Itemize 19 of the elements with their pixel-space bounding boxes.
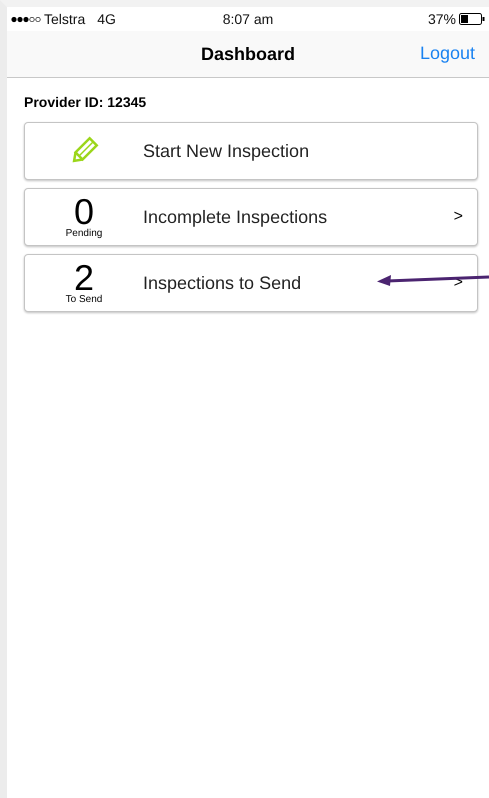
card-label: Start New Inspection <box>143 140 310 162</box>
count-number: 0 <box>74 196 94 228</box>
battery-percent: 37% <box>428 11 456 27</box>
count-number: 2 <box>74 262 94 294</box>
screen-title: Dashboard <box>200 44 296 64</box>
provider-id: Provider ID: 12345 <box>24 94 148 110</box>
battery-icon <box>459 13 485 25</box>
carrier-name: Telstra <box>44 11 86 27</box>
card-label: Incomplete Inspections <box>143 206 328 228</box>
logout-link[interactable]: Logout <box>420 43 475 64</box>
status-time: 8:07 am <box>222 11 274 27</box>
chevron: > <box>454 208 463 226</box>
network-type: 4G <box>97 11 116 27</box>
card-label: Inspections to Send <box>143 272 302 294</box>
dashboard-card[interactable]: Start New Inspection <box>24 122 478 180</box>
dashboard-card[interactable]: 0 Pending Incomplete Inspections > <box>24 188 478 246</box>
signal-icon <box>11 16 41 22</box>
count-caption: To Send <box>66 294 102 304</box>
count-caption: Pending <box>66 228 102 238</box>
